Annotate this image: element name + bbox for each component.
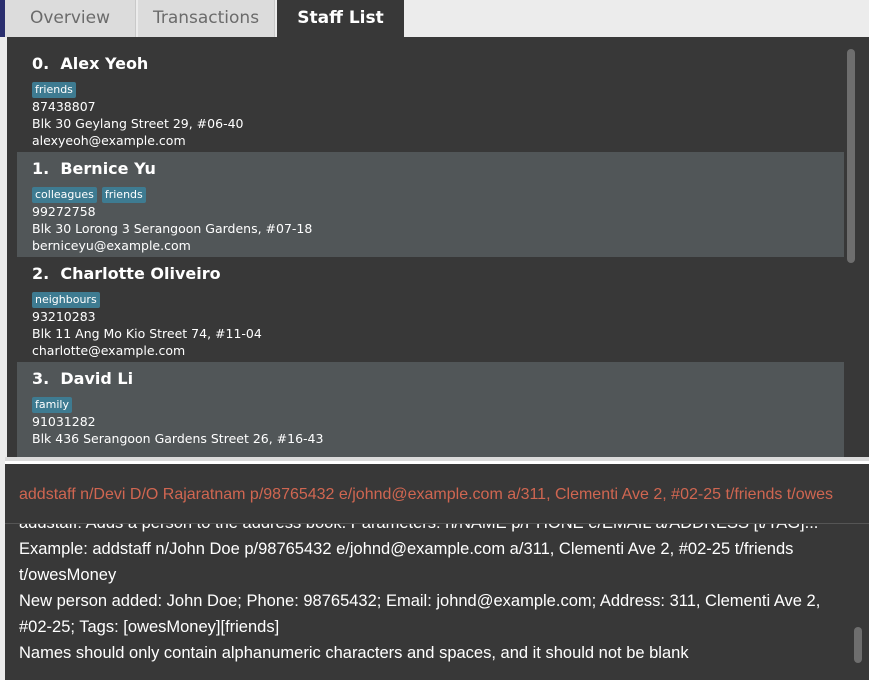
tag-label: colleagues	[32, 187, 97, 203]
tag-label: friends	[32, 82, 76, 98]
staff-tags: neighbours	[32, 288, 105, 308]
result-display[interactable]: addstaff: Adds a person to the address b…	[5, 523, 869, 680]
staff-tags: colleagues friends	[32, 183, 151, 203]
tag-label: friends	[101, 187, 146, 203]
tab-bar: Overview Transactions Staff List	[5, 0, 869, 37]
staff-email: charlotte@example.com	[32, 343, 186, 358]
staff-list-scrollbar-thumb[interactable]	[847, 49, 855, 263]
staff-tags: family	[32, 393, 77, 413]
staff-address: Blk 30 Geylang Street 29, #06-40	[32, 116, 244, 131]
staff-phone: 99272758	[32, 204, 96, 219]
staff-card[interactable]: 2. Charlotte Oliveiro neighbours 9321028…	[17, 257, 844, 362]
staff-list[interactable]: 0. Alex Yeoh friends 87438807 Blk 30 Gey…	[17, 47, 844, 457]
staff-phone: 87438807	[32, 99, 96, 114]
staff-list-scrollbar[interactable]	[845, 49, 857, 457]
staff-name: 3. David Li	[32, 369, 134, 388]
tab-staff-list[interactable]: Staff List	[277, 0, 404, 37]
staff-name: 2. Charlotte Oliveiro	[32, 264, 221, 283]
result-line: Example: addstaff n/John Doe p/98765432 …	[19, 540, 794, 558]
result-text: addstaff: Adds a person to the address b…	[19, 523, 839, 666]
staff-phone: 93210283	[32, 309, 96, 324]
result-line: #02-25; Tags: [owesMoney][friends]	[19, 618, 280, 636]
staff-card[interactable]: 0. Alex Yeoh friends 87438807 Blk 30 Gey…	[17, 47, 844, 152]
result-line: Names should only contain alphanumeric c…	[19, 644, 689, 662]
staff-card[interactable]: 3. David Li family 91031282 Blk 436 Sera…	[17, 362, 844, 457]
staff-address: Blk 11 Ang Mo Kio Street 74, #11-04	[32, 326, 262, 341]
staff-tags: friends	[32, 78, 81, 98]
staff-address: Blk 436 Serangoon Gardens Street 26, #16…	[32, 431, 324, 446]
tab-transactions[interactable]: Transactions	[138, 0, 275, 37]
staff-email: alexyeoh@example.com	[32, 133, 186, 148]
result-scrollbar-thumb[interactable]	[854, 627, 862, 663]
staff-list-panel: 0. Alex Yeoh friends 87438807 Blk 30 Gey…	[7, 37, 869, 457]
command-input[interactable]: addstaff n/Devi D/O Rajaratnam p/9876543…	[19, 486, 833, 504]
result-line: t/owesMoney	[19, 566, 117, 584]
result-line: addstaff: Adds a person to the address b…	[19, 523, 819, 532]
tag-label: neighbours	[32, 292, 100, 308]
staff-name: 0. Alex Yeoh	[32, 54, 149, 73]
tag-label: family	[32, 397, 72, 413]
staff-name: 1. Bernice Yu	[32, 159, 156, 178]
staff-email: berniceyu@example.com	[32, 238, 191, 253]
staff-phone: 91031282	[32, 414, 96, 429]
command-box[interactable]: addstaff n/Devi D/O Rajaratnam p/9876543…	[5, 461, 869, 523]
staff-address: Blk 30 Lorong 3 Serangoon Gardens, #07-1…	[32, 221, 313, 236]
staff-card[interactable]: 1. Bernice Yu colleagues friends 99272758…	[17, 152, 844, 257]
result-line: New person added: John Doe; Phone: 98765…	[19, 592, 821, 610]
tab-overview[interactable]: Overview	[5, 0, 136, 37]
